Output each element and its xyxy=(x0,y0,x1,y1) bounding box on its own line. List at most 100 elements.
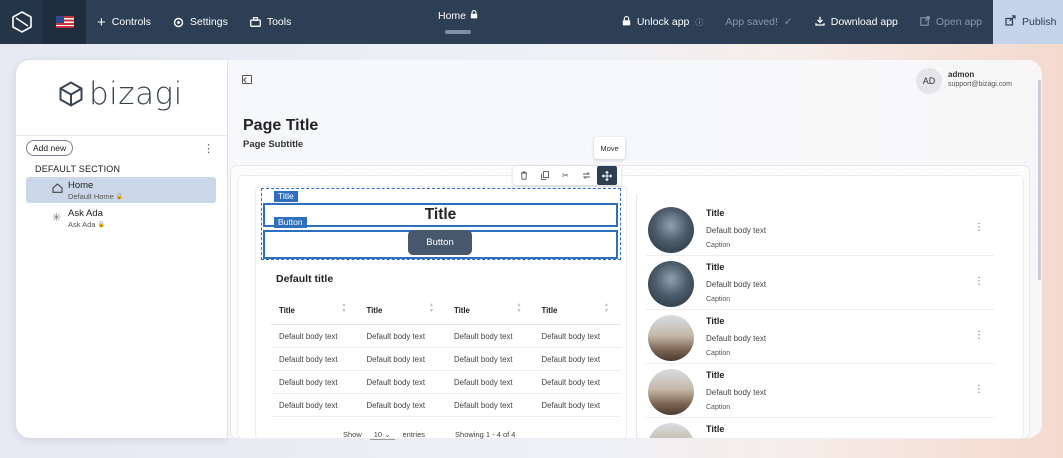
open-app-label: Open app xyxy=(935,16,982,28)
add-new-button[interactable]: Add new xyxy=(26,140,74,156)
page-size-select[interactable]: 10 ⌄ xyxy=(369,430,395,440)
table-cell: Default body text xyxy=(279,377,338,387)
unlock-app-button[interactable]: Unlock app ⓘ xyxy=(611,0,715,44)
column-header[interactable]: Title ▲ ▼ xyxy=(534,302,622,315)
app-saved-status: App saved! ✓ xyxy=(714,0,803,44)
table-cell: Default body text xyxy=(279,354,338,364)
sort-icon[interactable]: ▲ ▼ xyxy=(342,302,347,314)
list-item[interactable]: Title Default body text Caption ⋮ xyxy=(646,202,994,256)
table-row[interactable]: Default body text Default body text Defa… xyxy=(271,371,621,394)
list-item-caption: Caption xyxy=(706,350,731,357)
move-icon[interactable] xyxy=(597,166,617,185)
delete-icon[interactable] xyxy=(513,166,534,185)
lock-icon xyxy=(470,10,478,22)
table-cell: Default body text xyxy=(454,354,513,364)
tools-menu[interactable]: Tools xyxy=(239,0,303,44)
column-header[interactable]: Title ▲ ▼ xyxy=(271,302,359,315)
table-cell: Default body text xyxy=(541,400,601,410)
controls-menu[interactable]: + Controls xyxy=(86,0,162,44)
list-item-caption: Caption xyxy=(706,296,731,303)
sort-icon[interactable]: ▲ ▼ xyxy=(429,302,434,314)
chevron-down-icon: ⌄ xyxy=(384,430,391,439)
app-logo-icon[interactable] xyxy=(0,0,43,44)
selected-container[interactable]: Title Title Button Button xyxy=(261,188,621,260)
sidebar-item-label: Ask Ada xyxy=(68,208,103,219)
list-item-body: Default body text xyxy=(706,388,767,397)
sidebar-kebab-icon[interactable]: ⋮ xyxy=(203,142,214,155)
publish-button[interactable]: Publish xyxy=(993,0,1063,44)
table-cell: Default body text xyxy=(279,331,338,341)
title-control-tag: Title xyxy=(274,191,298,202)
table-cell: Default body text xyxy=(454,377,513,387)
user-email: support@bizagi.com xyxy=(948,81,1012,88)
vertical-scrollbar[interactable] xyxy=(1038,80,1041,280)
page-url-pill xyxy=(445,30,471,34)
column-header[interactable]: Title ▲ ▼ xyxy=(446,302,534,315)
column-header-label: Title xyxy=(279,306,295,315)
table-cell: Default body text xyxy=(454,400,513,410)
kebab-menu-icon[interactable]: ⋮ xyxy=(974,330,984,341)
show-label: Show xyxy=(343,430,362,439)
sparkle-icon: ✳ xyxy=(52,212,62,224)
collapse-sidebar-icon[interactable] xyxy=(242,75,252,84)
column-header-label: Title xyxy=(366,306,383,315)
page-selector[interactable]: Home xyxy=(428,10,488,34)
table-cell: Default body text xyxy=(366,354,426,364)
sidebar-item-ask-ada[interactable]: ✳ Ask Ada Ask Ada 🔒 xyxy=(26,205,216,231)
lock-icon: 🔒 xyxy=(115,194,124,200)
sort-icon[interactable]: ▲ ▼ xyxy=(517,302,522,314)
table-cell: Default body text xyxy=(279,400,338,410)
sort-icon[interactable]: ▲ ▼ xyxy=(604,302,609,314)
list-item-body: Default body text xyxy=(706,226,767,235)
duplicate-icon[interactable] xyxy=(534,166,555,185)
table-pagination: Show 10 ⌄ entries Showing 1 - 4 of 4 xyxy=(343,430,515,440)
table-row[interactable]: Default body text Default body text Defa… xyxy=(271,394,621,417)
entries-label: entries xyxy=(402,430,426,439)
publish-label: Publish xyxy=(1022,16,1057,28)
table-row[interactable]: Default body text Default body text Defa… xyxy=(271,348,621,371)
kebab-menu-icon[interactable]: ⋮ xyxy=(974,384,984,395)
page-size-value: 10 xyxy=(373,430,383,439)
table-row[interactable]: Default body text Default body text Defa… xyxy=(271,325,621,348)
list-item[interactable]: Title Default body text Caption ⋮ xyxy=(646,364,994,418)
list-thumbnail xyxy=(648,207,694,253)
list-item[interactable]: Title Default body text Caption ⋮ xyxy=(646,310,994,364)
sidebar-divider xyxy=(16,135,227,136)
avatar[interactable]: AD xyxy=(916,68,942,94)
button-control-tag: Button xyxy=(274,217,307,228)
kebab-menu-icon[interactable]: ⋮ xyxy=(974,222,984,233)
cut-icon[interactable]: ✂ xyxy=(555,166,576,185)
home-icon xyxy=(52,183,63,196)
list-item[interactable]: Title Default body text Caption ⋮ xyxy=(646,256,994,310)
replace-icon[interactable] xyxy=(576,166,597,185)
language-selector[interactable] xyxy=(43,0,86,44)
list-item-title: Title xyxy=(706,424,725,434)
tools-label: Tools xyxy=(266,16,292,28)
title-control[interactable]: Title xyxy=(263,203,618,227)
controls-label: Controls xyxy=(111,16,151,28)
default-button[interactable]: Button xyxy=(408,230,472,255)
app-saved-label: App saved! xyxy=(725,16,778,28)
data-table: Title ▲ ▼ Title ▲ ▼ Title ▲ ▼ Title ▲ ▼ Default … xyxy=(271,297,621,417)
info-icon[interactable]: ⓘ xyxy=(695,17,703,28)
us-flag-icon xyxy=(55,16,74,28)
download-app-button[interactable]: Download app xyxy=(804,0,909,44)
table-cell: Default body text xyxy=(541,331,601,341)
lock-icon xyxy=(622,15,631,29)
page-title[interactable]: Page Title xyxy=(243,117,318,135)
settings-menu[interactable]: Settings xyxy=(162,0,239,44)
list-item[interactable]: Title xyxy=(646,418,994,438)
column-header[interactable]: Title ▲ ▼ xyxy=(359,302,447,315)
list-thumbnail xyxy=(648,315,694,361)
list-item-body: Default body text xyxy=(706,280,767,289)
gear-icon xyxy=(173,17,184,28)
sidebar-item-home[interactable]: Home Default Home 🔒 xyxy=(26,177,216,203)
column-header-label: Title xyxy=(454,306,470,315)
kebab-menu-icon[interactable]: ⋮ xyxy=(974,276,984,287)
unlock-app-label: Unlock app xyxy=(636,16,690,28)
list-thumbnail xyxy=(648,423,694,438)
move-tooltip: Move xyxy=(594,137,625,159)
top-bar: + Controls Settings Tools Home Unlock ap… xyxy=(0,0,1063,44)
page-subtitle[interactable]: Page Subtitle xyxy=(243,139,303,150)
open-app-button[interactable]: Open app xyxy=(909,0,993,44)
